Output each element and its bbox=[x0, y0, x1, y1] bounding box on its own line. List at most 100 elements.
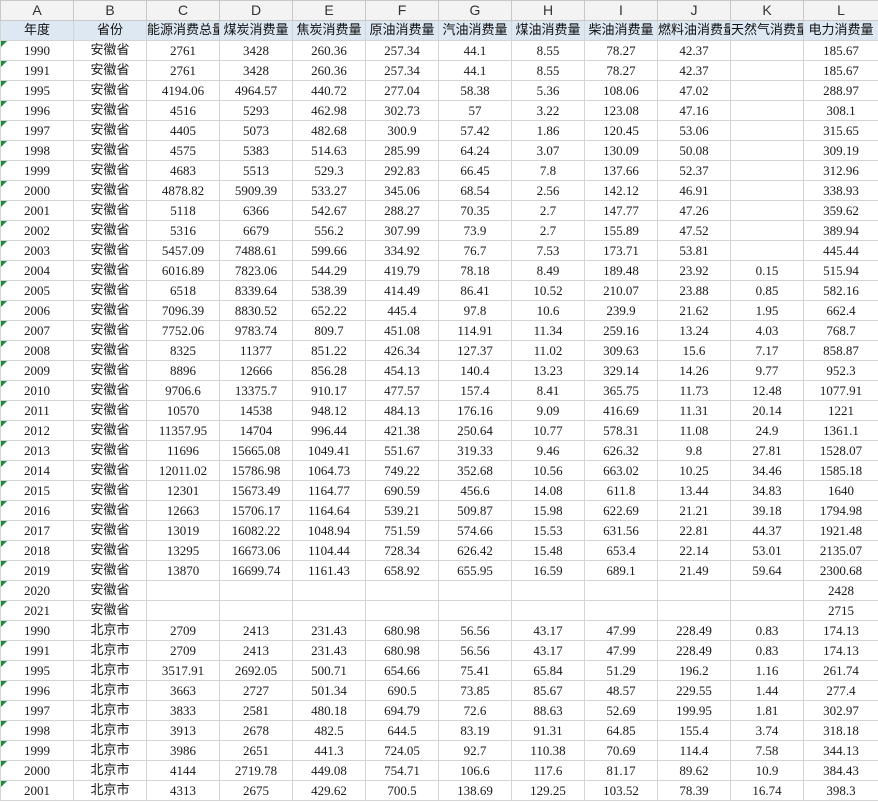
table-cell[interactable]: 2018 bbox=[0, 540, 74, 561]
table-cell[interactable]: 626.32 bbox=[584, 440, 658, 461]
table-cell[interactable]: 3663 bbox=[146, 680, 220, 701]
table-cell[interactable]: 2002 bbox=[0, 220, 74, 241]
table-cell[interactable]: 0.15 bbox=[730, 260, 804, 281]
table-cell[interactable]: 73.85 bbox=[438, 680, 512, 701]
table-cell[interactable]: 11377 bbox=[219, 340, 293, 361]
table-cell[interactable]: 2715 bbox=[803, 600, 878, 621]
table-cell[interactable]: 292.83 bbox=[365, 160, 439, 181]
field-header-cell[interactable]: 能源消费总量 bbox=[146, 20, 220, 41]
table-cell[interactable]: 15.98 bbox=[511, 500, 585, 521]
table-cell[interactable]: 北京市 bbox=[73, 720, 147, 741]
table-cell[interactable]: 288.27 bbox=[365, 200, 439, 221]
table-cell[interactable]: 2709 bbox=[146, 640, 220, 661]
table-cell[interactable]: 2012 bbox=[0, 420, 74, 441]
table-cell[interactable]: 59.64 bbox=[730, 560, 804, 581]
table-cell[interactable]: 8339.64 bbox=[219, 280, 293, 301]
table-cell[interactable]: 1921.48 bbox=[803, 520, 878, 541]
column-header-l[interactable]: L bbox=[803, 0, 878, 21]
table-cell[interactable]: 1.16 bbox=[730, 660, 804, 681]
field-header-cell[interactable]: 年度 bbox=[0, 20, 74, 41]
table-cell[interactable]: 安徽省 bbox=[73, 280, 147, 301]
table-cell[interactable]: 250.64 bbox=[438, 420, 512, 441]
table-cell[interactable]: 451.08 bbox=[365, 320, 439, 341]
table-cell[interactable]: 47.26 bbox=[657, 200, 731, 221]
table-cell[interactable]: 53.81 bbox=[657, 240, 731, 261]
table-cell[interactable]: 414.49 bbox=[365, 280, 439, 301]
table-cell[interactable]: 307.99 bbox=[365, 220, 439, 241]
table-cell[interactable]: 安徽省 bbox=[73, 420, 147, 441]
table-cell[interactable]: 2.7 bbox=[511, 220, 585, 241]
table-cell[interactable]: 626.42 bbox=[438, 540, 512, 561]
table-cell[interactable]: 4575 bbox=[146, 140, 220, 161]
table-cell[interactable]: 308.1 bbox=[803, 100, 878, 121]
table-cell[interactable]: 654.66 bbox=[365, 660, 439, 681]
table-cell[interactable] bbox=[438, 600, 512, 621]
table-cell[interactable]: 78.27 bbox=[584, 40, 658, 61]
table-cell[interactable]: 9.09 bbox=[511, 400, 585, 421]
column-header-c[interactable]: C bbox=[146, 0, 220, 21]
table-cell[interactable]: 安徽省 bbox=[73, 340, 147, 361]
table-cell[interactable]: 11696 bbox=[146, 440, 220, 461]
table-cell[interactable]: 44.1 bbox=[438, 60, 512, 81]
table-cell[interactable]: 2719.78 bbox=[219, 760, 293, 781]
table-cell[interactable]: 安徽省 bbox=[73, 560, 147, 581]
table-cell[interactable]: 2000 bbox=[0, 180, 74, 201]
table-cell[interactable]: 768.7 bbox=[803, 320, 878, 341]
table-cell[interactable]: 142.12 bbox=[584, 180, 658, 201]
table-cell[interactable]: 12011.02 bbox=[146, 460, 220, 481]
table-cell[interactable]: 安徽省 bbox=[73, 580, 147, 601]
column-header-b[interactable]: B bbox=[73, 0, 147, 21]
table-cell[interactable]: 安徽省 bbox=[73, 80, 147, 101]
table-cell[interactable] bbox=[365, 580, 439, 601]
table-cell[interactable]: 538.39 bbox=[292, 280, 366, 301]
table-cell[interactable]: 996.44 bbox=[292, 420, 366, 441]
table-cell[interactable]: 15665.08 bbox=[219, 440, 293, 461]
table-cell[interactable]: 384.43 bbox=[803, 760, 878, 781]
table-cell[interactable]: 300.9 bbox=[365, 120, 439, 141]
table-cell[interactable]: 365.75 bbox=[584, 380, 658, 401]
table-cell[interactable]: 7.58 bbox=[730, 740, 804, 761]
table-cell[interactable]: 948.12 bbox=[292, 400, 366, 421]
table-cell[interactable]: 13.44 bbox=[657, 480, 731, 501]
table-cell[interactable]: 2001 bbox=[0, 200, 74, 221]
table-cell[interactable]: 655.95 bbox=[438, 560, 512, 581]
table-cell[interactable]: 185.67 bbox=[803, 40, 878, 61]
table-cell[interactable]: 57 bbox=[438, 100, 512, 121]
table-cell[interactable]: 416.69 bbox=[584, 400, 658, 421]
table-cell[interactable]: 441.3 bbox=[292, 740, 366, 761]
table-cell[interactable]: 78.18 bbox=[438, 260, 512, 281]
table-cell[interactable]: 13.24 bbox=[657, 320, 731, 341]
table-cell[interactable]: 23.92 bbox=[657, 260, 731, 281]
table-cell[interactable]: 509.87 bbox=[438, 500, 512, 521]
table-cell[interactable]: 11.73 bbox=[657, 380, 731, 401]
table-cell[interactable]: 228.49 bbox=[657, 620, 731, 641]
table-cell[interactable]: 482.5 bbox=[292, 720, 366, 741]
table-cell[interactable]: 185.67 bbox=[803, 60, 878, 81]
table-cell[interactable]: 302.73 bbox=[365, 100, 439, 121]
table-cell[interactable] bbox=[292, 580, 366, 601]
table-cell[interactable] bbox=[730, 220, 804, 241]
table-cell[interactable]: 安徽省 bbox=[73, 160, 147, 181]
table-cell[interactable]: 安徽省 bbox=[73, 440, 147, 461]
table-cell[interactable]: 2692.05 bbox=[219, 660, 293, 681]
table-cell[interactable]: 8325 bbox=[146, 340, 220, 361]
table-cell[interactable]: 199.95 bbox=[657, 700, 731, 721]
table-cell[interactable]: 4516 bbox=[146, 100, 220, 121]
table-cell[interactable]: 315.65 bbox=[803, 120, 878, 141]
table-cell[interactable]: 1794.98 bbox=[803, 500, 878, 521]
table-cell[interactable]: 1104.44 bbox=[292, 540, 366, 561]
table-cell[interactable]: 2709 bbox=[146, 620, 220, 641]
table-cell[interactable]: 14.08 bbox=[511, 480, 585, 501]
table-cell[interactable]: 1996 bbox=[0, 680, 74, 701]
table-cell[interactable]: 42.37 bbox=[657, 60, 731, 81]
table-cell[interactable]: 47.16 bbox=[657, 100, 731, 121]
table-cell[interactable]: 680.98 bbox=[365, 620, 439, 641]
table-cell[interactable]: 106.6 bbox=[438, 760, 512, 781]
table-cell[interactable] bbox=[146, 600, 220, 621]
table-cell[interactable]: 8.55 bbox=[511, 60, 585, 81]
table-cell[interactable]: 228.49 bbox=[657, 640, 731, 661]
table-cell[interactable]: 658.92 bbox=[365, 560, 439, 581]
table-cell[interactable]: 3517.91 bbox=[146, 660, 220, 681]
table-cell[interactable]: 582.16 bbox=[803, 280, 878, 301]
table-cell[interactable]: 5909.39 bbox=[219, 180, 293, 201]
